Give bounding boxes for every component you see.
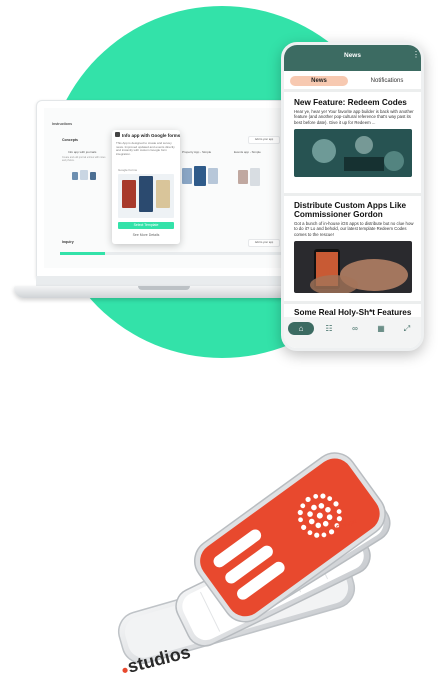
article-image[interactable] — [294, 241, 412, 293]
infinity-icon[interactable]: ∞ — [346, 323, 364, 334]
preview-screen — [156, 180, 170, 208]
phone-mockup: News ⋮ News Notifications New Feature: R… — [281, 42, 424, 351]
laptop-progress-fill — [60, 252, 106, 255]
kebab-menu-icon[interactable]: ⋮ — [412, 51, 420, 59]
laptop-card-desc: Create and edit journal entries with not… — [62, 156, 106, 162]
article-title[interactable]: New Feature: Redeem Codes — [294, 98, 418, 107]
laptop-bottom-button[interactable]: Add to your app — [248, 239, 280, 247]
thumbnail — [194, 166, 206, 186]
thumbnail — [72, 172, 78, 180]
see-more-link[interactable]: See More Details — [118, 233, 174, 237]
tab-news[interactable]: News — [290, 76, 348, 86]
article-image[interactable] — [294, 129, 412, 177]
popup-form-label: Google Forms — [118, 168, 138, 172]
laptop-section-title: Concepts — [62, 138, 78, 142]
laptop-card-title: Events app - Simple — [234, 150, 261, 154]
laptop-card[interactable]: Property App - Simple — [182, 150, 230, 190]
thumbnail — [250, 168, 260, 186]
laptop-progress-bar — [60, 252, 286, 255]
divider — [284, 301, 421, 304]
template-icon — [115, 132, 120, 137]
calendar-icon[interactable]: ▦ — [372, 323, 390, 334]
tab-notifications[interactable]: Notifications — [358, 76, 416, 86]
laptop-add-button[interactable]: Add to your app — [248, 136, 280, 144]
laptop-card[interactable]: Info app with journals Create and edit j… — [62, 150, 110, 190]
divider — [284, 193, 421, 196]
laptop-header-label: Instructions — [52, 122, 73, 126]
preview-screen — [122, 180, 136, 208]
article-title[interactable]: Some Real Holy-Sh*t Features — [294, 308, 418, 317]
thumbnail — [182, 168, 192, 184]
article-title[interactable]: Distribute Custom Apps Like Commissioner… — [294, 201, 418, 219]
stacked-phones-illustration: ●studios Groups — [100, 390, 420, 690]
thumbnail — [208, 168, 218, 184]
laptop-notch — [138, 286, 190, 290]
article-body: Got a bunch of in-house iOS apps to dist… — [294, 221, 414, 237]
phone-title: News — [344, 52, 361, 59]
laptop-card-title: Property App - Simple — [182, 150, 212, 154]
popup-title: Info app with Google forms — [122, 133, 181, 138]
laptop-add-button-label: Add to your app — [254, 138, 274, 141]
thumbnail — [238, 170, 248, 184]
laptop-card[interactable]: Events app - Simple — [234, 150, 282, 190]
popup-preview — [118, 174, 174, 218]
laptop-bottom-label: Inquiry — [62, 240, 74, 244]
laptop-bottom-button-label: Add to your app — [254, 241, 274, 244]
popup-description: This App is designed to create and surve… — [116, 141, 175, 156]
laptop-hinge — [36, 276, 294, 286]
select-template-button[interactable]: Select Template — [118, 222, 174, 229]
expand-icon[interactable]: ⤢ — [398, 323, 416, 334]
users-icon[interactable]: ☷ — [320, 323, 338, 334]
thumbnail — [80, 170, 88, 180]
thumbnail — [90, 172, 96, 180]
home-icon[interactable]: ⌂ — [292, 323, 310, 334]
preview-screen — [139, 176, 153, 212]
divider — [284, 89, 421, 92]
article-body: Hear ye, hear ye! Your favorite app buil… — [294, 109, 414, 125]
laptop-card-title: Info app with journals — [68, 150, 97, 154]
